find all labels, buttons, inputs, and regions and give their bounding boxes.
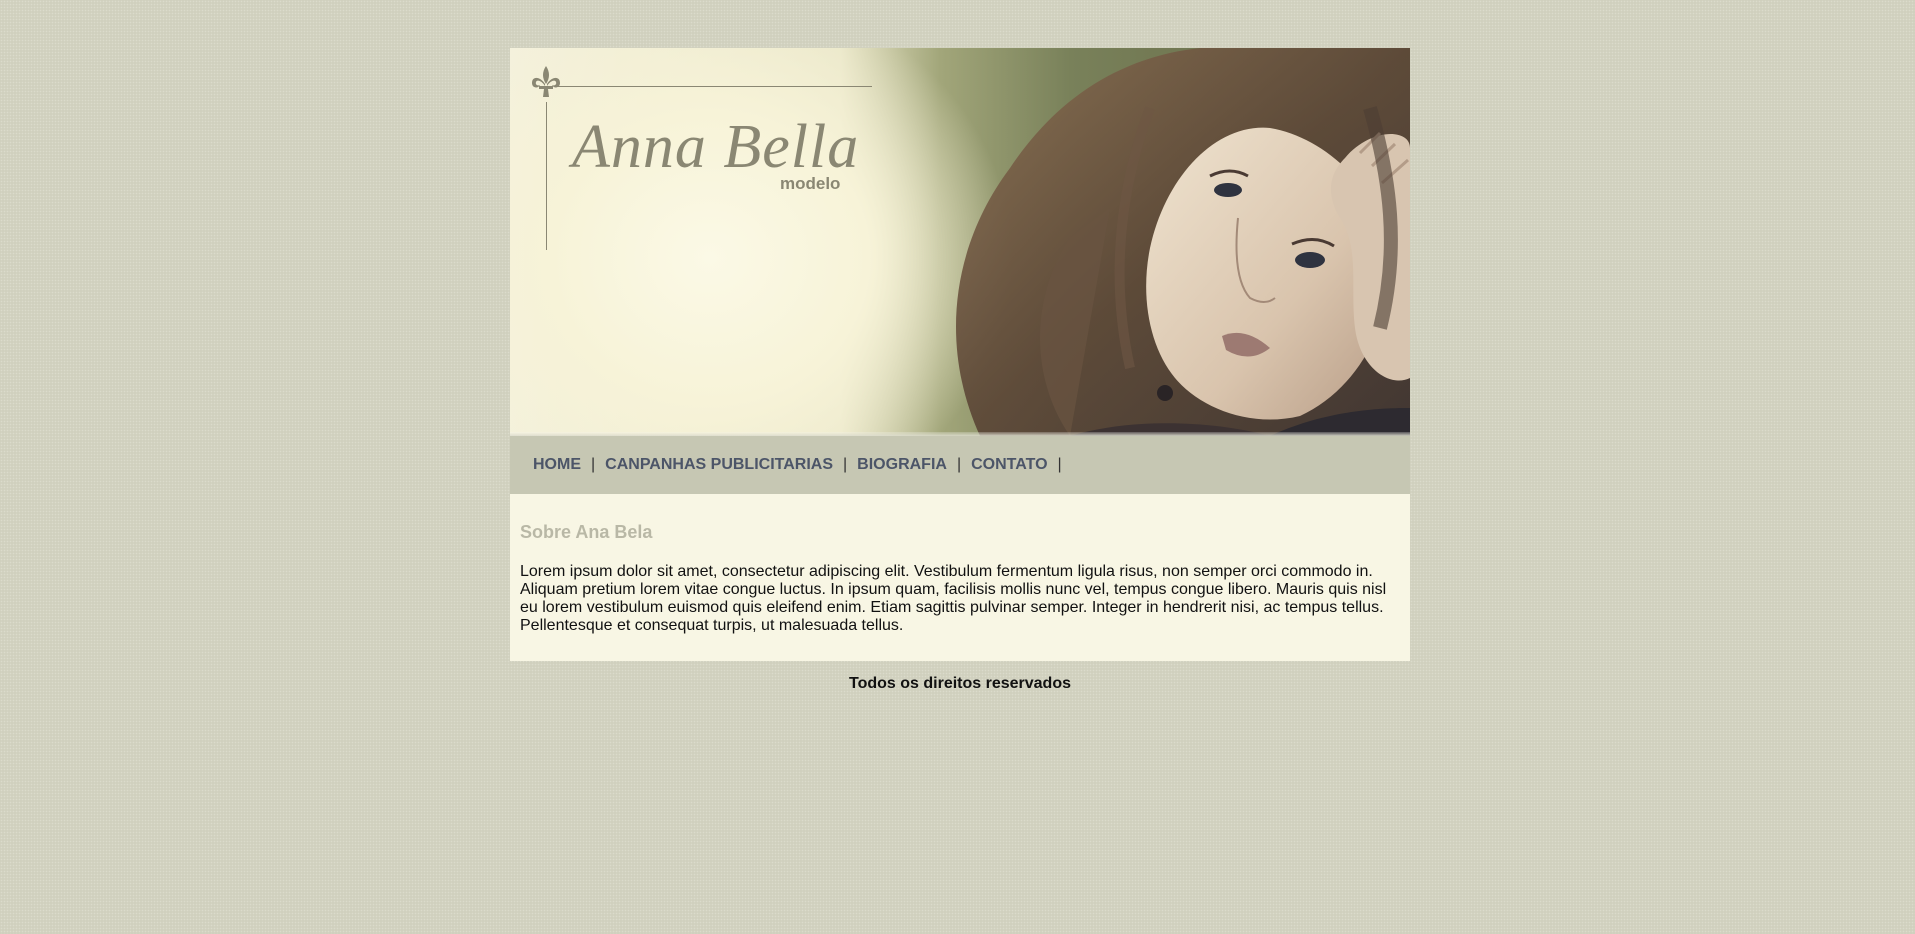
main-content: Sobre Ana Bela Lorem ipsum dolor sit ame… xyxy=(510,494,1410,661)
section-heading: Sobre Ana Bela xyxy=(520,522,653,542)
nav-separator: | xyxy=(843,456,848,473)
footer-text: Todos os direitos reservados xyxy=(849,675,1071,692)
model-photo xyxy=(956,48,1410,436)
nav-item-campanhas[interactable]: CANPANHAS PUBLICITARIAS xyxy=(605,456,833,474)
header-banner: Anna Bella modelo xyxy=(510,48,1410,436)
main-nav: HOME | CANPANHAS PUBLICITARIAS | BIOGRAF… xyxy=(510,436,1410,494)
nav-separator: | xyxy=(591,456,596,473)
section-body: Lorem ipsum dolor sit amet, consectetur … xyxy=(520,563,1387,634)
logo-rule-horizontal xyxy=(556,86,872,87)
logo-rule-vertical xyxy=(546,102,547,250)
nav-separator: | xyxy=(1057,456,1062,473)
header-bottom-edge xyxy=(510,432,1410,436)
nav-item-home[interactable]: HOME xyxy=(533,456,581,474)
nav-item-contato[interactable]: CONTATO xyxy=(971,456,1047,474)
nav-separator: | xyxy=(956,456,962,473)
nav-item-biografia[interactable]: BIOGRAFIA xyxy=(857,456,947,474)
page-wrapper: Anna Bella modelo HOME | CANPANHAS PUBLI… xyxy=(510,48,1410,693)
logo-title: Anna Bella xyxy=(572,113,860,181)
fleur-de-lis-icon xyxy=(532,66,560,97)
logo-subtitle: modelo xyxy=(780,174,841,193)
